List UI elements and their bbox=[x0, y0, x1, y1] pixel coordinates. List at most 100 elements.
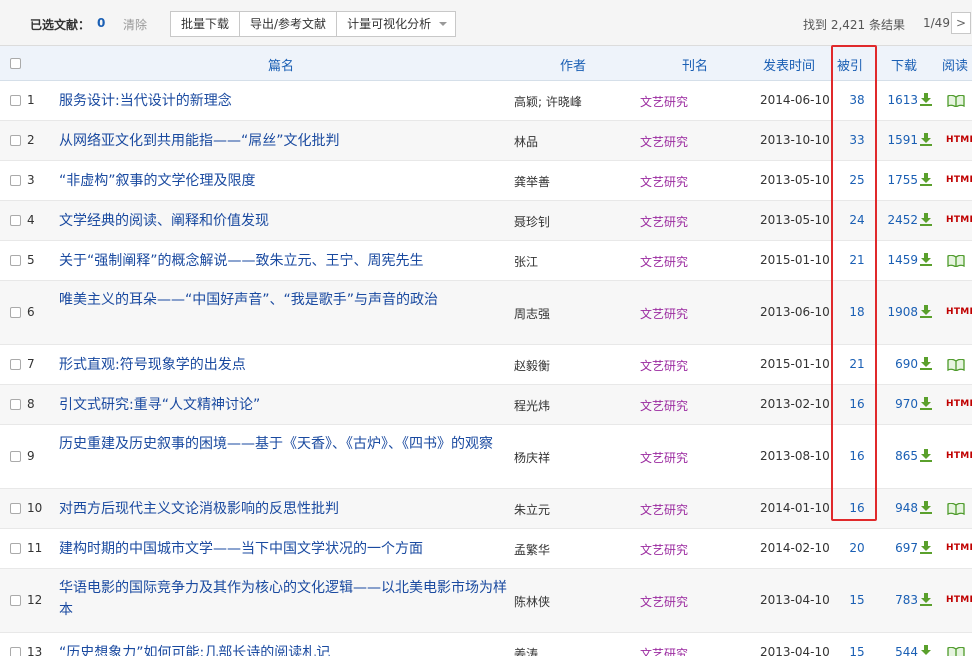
cited-count[interactable]: 21 bbox=[840, 357, 874, 371]
article-author[interactable]: 程光炜 bbox=[514, 397, 550, 414]
column-author[interactable]: 作者 bbox=[560, 55, 586, 74]
download-icon[interactable] bbox=[920, 173, 932, 186]
cited-count[interactable]: 33 bbox=[840, 133, 874, 147]
cited-count[interactable]: 16 bbox=[840, 501, 874, 515]
open-book-icon[interactable] bbox=[947, 646, 965, 656]
article-title-link[interactable]: 引文式研究:重寻“人文精神讨论” bbox=[59, 394, 509, 416]
row-checkbox[interactable] bbox=[10, 255, 21, 266]
article-author[interactable]: 孟繁华 bbox=[514, 541, 550, 558]
download-icon[interactable] bbox=[920, 397, 932, 410]
article-journal[interactable]: 文艺研究 bbox=[640, 357, 688, 374]
cited-count[interactable]: 16 bbox=[840, 449, 874, 463]
row-checkbox[interactable] bbox=[10, 175, 21, 186]
next-page-button[interactable]: > bbox=[951, 12, 971, 34]
article-author[interactable]: 高颖; 许晓峰 bbox=[514, 93, 582, 110]
article-author[interactable]: 张江 bbox=[514, 253, 538, 270]
download-icon[interactable] bbox=[920, 501, 932, 514]
html-read-badge[interactable]: HTML bbox=[946, 175, 972, 185]
article-journal[interactable]: 文艺研究 bbox=[640, 253, 688, 270]
article-title-link[interactable]: 对西方后现代主义文论消极影响的反思性批判 bbox=[59, 498, 509, 520]
html-read-badge[interactable]: HTML bbox=[946, 543, 972, 553]
column-download[interactable]: 下载 bbox=[891, 55, 917, 74]
html-read-badge[interactable]: HTML bbox=[946, 307, 972, 317]
column-journal[interactable]: 刊名 bbox=[682, 55, 708, 74]
download-icon[interactable] bbox=[920, 357, 932, 370]
row-checkbox[interactable] bbox=[10, 543, 21, 554]
article-journal[interactable]: 文艺研究 bbox=[640, 397, 688, 414]
cited-count[interactable]: 15 bbox=[840, 645, 874, 656]
row-checkbox[interactable] bbox=[10, 359, 21, 370]
article-author[interactable]: 姜涛 bbox=[514, 645, 538, 656]
export-button[interactable]: 导出/参考文献 bbox=[240, 12, 338, 36]
select-all-checkbox[interactable] bbox=[10, 58, 21, 69]
article-title-link[interactable]: “历史想象力”如何可能:几部长诗的阅读札记 bbox=[59, 642, 509, 656]
cited-count[interactable]: 25 bbox=[840, 173, 874, 187]
download-icon[interactable] bbox=[920, 133, 932, 146]
column-date[interactable]: 发表时间 bbox=[763, 55, 815, 74]
download-icon[interactable] bbox=[920, 253, 932, 266]
article-title-link[interactable]: “非虚构”叙事的文学伦理及限度 bbox=[59, 170, 509, 192]
cited-count[interactable]: 38 bbox=[840, 93, 874, 107]
cited-count[interactable]: 20 bbox=[840, 541, 874, 555]
download-icon[interactable] bbox=[920, 213, 932, 226]
row-checkbox[interactable] bbox=[10, 503, 21, 514]
article-journal[interactable]: 文艺研究 bbox=[640, 645, 688, 656]
cited-count[interactable]: 16 bbox=[840, 397, 874, 411]
article-author[interactable]: 陈林侠 bbox=[514, 593, 550, 610]
article-author[interactable]: 林品 bbox=[514, 133, 538, 150]
article-title-link[interactable]: 华语电影的国际竞争力及其作为核心的文化逻辑——以北美电影市场为样本 bbox=[59, 577, 509, 621]
open-book-icon[interactable] bbox=[947, 254, 965, 268]
cited-count[interactable]: 15 bbox=[840, 593, 874, 607]
row-checkbox[interactable] bbox=[10, 595, 21, 606]
article-journal[interactable]: 文艺研究 bbox=[640, 449, 688, 466]
cited-count[interactable]: 18 bbox=[840, 305, 874, 319]
html-read-badge[interactable]: HTML bbox=[946, 595, 972, 605]
row-checkbox[interactable] bbox=[10, 647, 21, 656]
analysis-dropdown[interactable]: 计量可视化分析 bbox=[337, 12, 455, 36]
article-author[interactable]: 朱立元 bbox=[514, 501, 550, 518]
download-icon[interactable] bbox=[920, 93, 932, 106]
article-journal[interactable]: 文艺研究 bbox=[640, 541, 688, 558]
open-book-icon[interactable] bbox=[947, 502, 965, 516]
clear-selection-link[interactable]: 清除 bbox=[123, 16, 147, 33]
article-title-link[interactable]: 唯美主义的耳朵——“中国好声音”、“我是歌手”与声音的政治 bbox=[59, 289, 509, 311]
cited-count[interactable]: 21 bbox=[840, 253, 874, 267]
row-checkbox[interactable] bbox=[10, 307, 21, 318]
download-icon[interactable] bbox=[920, 449, 932, 462]
article-title-link[interactable]: 从网络亚文化到共用能指——“屌丝”文化批判 bbox=[59, 130, 509, 152]
row-checkbox[interactable] bbox=[10, 451, 21, 462]
article-journal[interactable]: 文艺研究 bbox=[640, 93, 688, 110]
article-journal[interactable]: 文艺研究 bbox=[640, 305, 688, 322]
html-read-badge[interactable]: HTML bbox=[946, 399, 972, 409]
cited-count[interactable]: 24 bbox=[840, 213, 874, 227]
download-icon[interactable] bbox=[920, 645, 932, 656]
column-title[interactable]: 篇名 bbox=[268, 55, 294, 74]
article-title-link[interactable]: 历史重建及历史叙事的困境——基于《天香》、《古炉》、《四书》的观察 bbox=[59, 433, 509, 455]
html-read-badge[interactable]: HTML bbox=[946, 135, 972, 145]
article-author[interactable]: 赵毅衡 bbox=[514, 357, 550, 374]
article-author[interactable]: 杨庆祥 bbox=[514, 449, 550, 466]
column-cited[interactable]: 被引 bbox=[837, 55, 863, 74]
article-journal[interactable]: 文艺研究 bbox=[640, 501, 688, 518]
open-book-icon[interactable] bbox=[947, 94, 965, 108]
article-title-link[interactable]: 建构时期的中国城市文学——当下中国文学状况的一个方面 bbox=[59, 538, 509, 560]
download-icon[interactable] bbox=[920, 593, 932, 606]
article-journal[interactable]: 文艺研究 bbox=[640, 213, 688, 230]
row-checkbox[interactable] bbox=[10, 95, 21, 106]
download-icon[interactable] bbox=[920, 305, 932, 318]
row-checkbox[interactable] bbox=[10, 215, 21, 226]
article-journal[interactable]: 文艺研究 bbox=[640, 173, 688, 190]
article-journal[interactable]: 文艺研究 bbox=[640, 593, 688, 610]
row-checkbox[interactable] bbox=[10, 135, 21, 146]
article-title-link[interactable]: 文学经典的阅读、阐释和价值发现 bbox=[59, 210, 509, 232]
html-read-badge[interactable]: HTML bbox=[946, 451, 972, 461]
article-author[interactable]: 龚举善 bbox=[514, 173, 550, 190]
html-read-badge[interactable]: HTML bbox=[946, 215, 972, 225]
article-title-link[interactable]: 服务设计:当代设计的新理念 bbox=[59, 90, 509, 112]
batch-download-button[interactable]: 批量下载 bbox=[171, 12, 241, 36]
article-title-link[interactable]: 形式直观:符号现象学的出发点 bbox=[59, 354, 509, 376]
open-book-icon[interactable] bbox=[947, 358, 965, 372]
article-author[interactable]: 周志强 bbox=[514, 305, 550, 322]
article-author[interactable]: 聂珍钊 bbox=[514, 213, 550, 230]
article-journal[interactable]: 文艺研究 bbox=[640, 133, 688, 150]
